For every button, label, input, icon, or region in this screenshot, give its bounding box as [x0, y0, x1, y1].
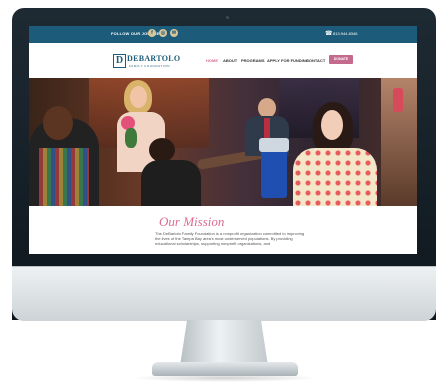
person-man-head	[258, 98, 276, 118]
monitor-chin	[12, 266, 436, 321]
facebook-icon[interactable]: f	[148, 29, 156, 37]
gift-tissue	[259, 138, 289, 152]
nav-item-home[interactable]: HOME	[206, 58, 218, 63]
person-girl-left-head	[43, 106, 73, 140]
person-girl-middle-head	[149, 138, 175, 162]
sash	[393, 88, 403, 112]
person-brunette-woman-dress	[293, 148, 377, 206]
website-screen: FOLLOW OUR JOURNEY f ◎ ✉ ☎ 813.944.8346 …	[29, 26, 417, 254]
nav-item-apply-for-funding[interactable]: APPLY FOR FUNDING	[267, 58, 309, 63]
person-girl-middle-body	[141, 160, 201, 206]
mission-section: Our Mission The DeBartolo Family Foundat…	[29, 206, 417, 254]
webcam	[226, 16, 229, 19]
nav-item-about[interactable]: ABOUT	[223, 58, 237, 63]
mission-heading: Our Mission	[159, 214, 225, 229]
logo-tagline: FAMILY FOUNDATION	[129, 64, 171, 68]
phone-icon: ☎	[325, 31, 333, 37]
person-brunette-woman-face	[321, 110, 343, 140]
top-info-bar: FOLLOW OUR JOURNEY f ◎ ✉ ☎ 813.944.8346	[29, 26, 417, 43]
donate-button[interactable]: DONATE NOW	[329, 55, 353, 70]
monitor-stand-neck	[180, 320, 268, 366]
instagram-icon[interactable]: ◎	[159, 29, 167, 37]
phone-number[interactable]: 813.944.8346	[333, 31, 357, 36]
email-icon[interactable]: ✉	[170, 29, 178, 37]
nav-item-contact[interactable]: CONTACT	[306, 58, 325, 63]
gift-bag	[261, 148, 287, 198]
flower-leaves	[125, 128, 137, 148]
logo-name: DEBARTOLO	[127, 54, 181, 63]
monitor-stand-base	[152, 362, 298, 376]
hero-photo	[29, 78, 417, 206]
logo-mark: D	[113, 54, 126, 68]
main-navigation: D DEBARTOLO FAMILY FOUNDATION HOME ABOUT…	[29, 43, 417, 78]
person-blonde-woman-face	[130, 86, 147, 108]
nav-item-programs[interactable]: PROGRAMS	[241, 58, 265, 63]
colorful-lanyard	[39, 148, 89, 206]
mission-paragraph: The DeBartolo Family Foundation is a non…	[155, 231, 305, 246]
